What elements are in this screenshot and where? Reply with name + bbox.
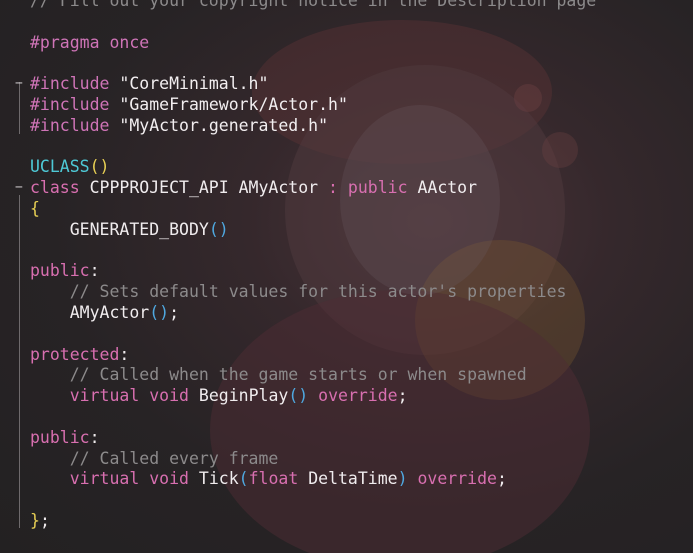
code-line[interactable]: GENERATED_BODY() [0, 220, 693, 241]
code-line[interactable] [0, 137, 693, 158]
code-line[interactable]: virtual void BeginPlay() override; [0, 386, 693, 407]
code-line[interactable]: #pragma once [0, 33, 693, 54]
code-token: } [30, 510, 40, 530]
code-token: { [30, 198, 40, 218]
code-line[interactable]: // Called when the game starts or when s… [0, 365, 693, 386]
code-token: public [30, 261, 90, 281]
code-token: UCLASS [30, 157, 90, 177]
code-token: #include [30, 94, 110, 114]
code-token: CPPPROJECT_API AMyActor [79, 178, 329, 198]
code-line[interactable]: public: [0, 261, 693, 282]
code-line[interactable]: protected: [0, 345, 693, 366]
code-token: "CoreMinimal.h" [119, 74, 269, 94]
code-token: AMyActor [30, 302, 150, 322]
code-token: // Sets default values for this actor's … [69, 282, 567, 302]
code-token: float [248, 469, 299, 489]
code-line[interactable] [0, 12, 693, 33]
code-token: ) [397, 469, 408, 489]
fold-toggle-icon[interactable]: − [15, 178, 25, 199]
code-token: // Fill out your copyright notice in the… [30, 0, 597, 10]
code-token: virtual [69, 469, 140, 489]
code-token: GENERATED_BODY [30, 219, 209, 239]
code-token: void [149, 386, 189, 406]
code-line[interactable]: − #include "CoreMinimal.h" [0, 74, 693, 95]
code-token: : [89, 427, 100, 447]
code-token: AActor [407, 178, 478, 198]
code-token: // Called when the game starts or when s… [69, 365, 527, 385]
code-token: void [149, 469, 189, 489]
code-token: ; [169, 302, 180, 322]
code-line[interactable]: // Sets default values for this actor's … [0, 282, 693, 303]
code-token: // Called every frame [69, 448, 279, 468]
code-line[interactable]: }; [0, 511, 693, 532]
code-token: public [347, 178, 408, 198]
code-token: virtual [69, 386, 140, 406]
code-line[interactable] [0, 324, 693, 345]
code-token: ( [238, 469, 249, 489]
code-line[interactable] [0, 490, 693, 511]
code-token: "GameFramework/Actor.h" [119, 94, 348, 114]
code-token: ; [39, 510, 50, 530]
code-line[interactable]: { [0, 199, 693, 220]
code-area[interactable]: // Fill out your copyright notice in the… [0, 0, 693, 532]
code-token: () [149, 302, 170, 322]
code-token: "MyActor.generated.h" [119, 115, 329, 135]
code-token: override [417, 469, 497, 489]
code-token: BeginPlay [188, 386, 289, 406]
code-line[interactable]: public: [0, 428, 693, 449]
code-line[interactable] [0, 241, 693, 262]
code-line[interactable]: − class CPPPROJECT_API AMyActor : public … [0, 178, 693, 199]
code-line[interactable]: // Called every frame [0, 449, 693, 470]
code-line[interactable]: // Fill out your copyright notice in the… [0, 0, 693, 12]
code-token: #pragma once [30, 32, 150, 52]
code-token: : [328, 178, 338, 198]
code-token: #include [30, 115, 110, 135]
code-editor[interactable]: // Fill out your copyright notice in the… [0, 0, 693, 553]
code-line[interactable]: AMyActor(); [0, 303, 693, 324]
code-token: () [208, 219, 229, 239]
code-token: : [89, 261, 100, 281]
code-line[interactable]: UCLASS() [0, 157, 693, 178]
code-token: #include [30, 74, 110, 94]
code-token: () [89, 157, 110, 177]
code-token: public [30, 427, 90, 447]
code-token: () [288, 386, 309, 406]
code-token: Tick [188, 469, 239, 489]
code-line[interactable]: virtual void Tick(float DeltaTime) overr… [0, 469, 693, 490]
code-line[interactable] [0, 53, 693, 74]
code-line[interactable] [0, 407, 693, 428]
code-token: class [30, 178, 80, 198]
code-token: ; [496, 469, 507, 489]
code-token: override [318, 386, 398, 406]
code-line[interactable]: #include "MyActor.generated.h" [0, 116, 693, 137]
code-line[interactable]: #include "GameFramework/Actor.h" [0, 95, 693, 116]
code-token: protected [30, 344, 120, 364]
fold-toggle-icon[interactable]: − [15, 74, 25, 95]
code-token: : [119, 344, 130, 364]
code-token: DeltaTime [298, 469, 398, 489]
code-token: ; [397, 386, 408, 406]
